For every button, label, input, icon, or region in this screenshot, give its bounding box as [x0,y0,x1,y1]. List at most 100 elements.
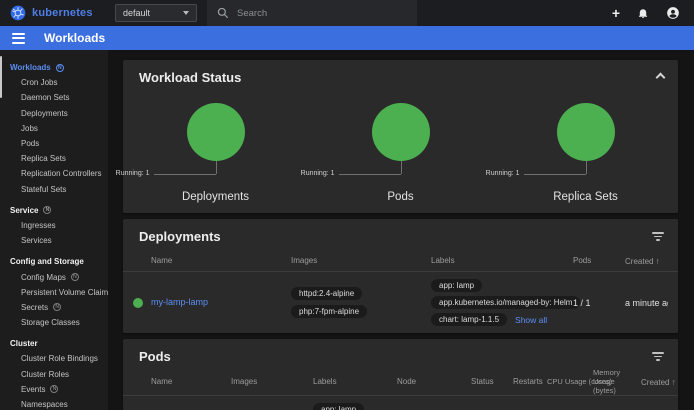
sidebar-item-events[interactable]: EventsN [0,382,108,397]
brand-name: kubernetes [32,7,93,19]
deployment-labels: app: lamp app.kubernetes.io/managed-by: … [431,279,573,326]
workload-status-charts: Running: 1 Deployments Running: 1 Pods [123,89,678,213]
sidebar-item-daemon-sets[interactable]: Daemon Sets [0,90,108,105]
show-all-link[interactable]: Show all [515,315,547,325]
pod-labels: app: lamp pod-template-hash: 5fd985cf68 [313,403,397,410]
workload-status-card: Workload Status Running: 1 Deployments [123,60,678,213]
pods-card: Pods Name Images Labels Node Status Rest… [123,339,678,410]
col-header-images[interactable]: Images [291,256,431,265]
deployment-images: httpd:2.4-alpine php:7-fpm-alpine [291,287,431,318]
pie-chart-title: Deployments [123,191,308,203]
pie-legend: Running: 1 [301,170,335,177]
col-header-labels[interactable]: Labels [313,377,397,386]
sidebar-item-service[interactable]: ServiceN [0,203,108,218]
sidebar-item-jobs[interactable]: Jobs [0,121,108,136]
label-chip: chart: lamp-1.1.5 [431,313,507,326]
image-chip: httpd:2.4-alpine [291,287,362,300]
sidebar-item-workloads[interactable]: WorkloadsN [0,60,108,75]
sidebar-section-cluster[interactable]: Cluster [0,336,108,351]
user-account-icon[interactable] [666,6,680,20]
deployments-title: Deployments [139,229,221,244]
pods-title: Pods [139,349,171,364]
search-input[interactable] [237,8,387,19]
sidebar-item-replication-controllers[interactable]: Replication Controllers [0,166,108,181]
top-bar: kubernetes default + [0,0,694,26]
pie-chart-deployments: Running: 1 Deployments [123,95,308,213]
namespaced-badge: N [50,385,58,393]
create-resource-button[interactable]: + [612,6,620,20]
col-header-images[interactable]: Images [231,377,313,386]
col-header-created[interactable]: Created↑ [641,377,680,387]
sidebar-item-secrets[interactable]: SecretsN [0,300,108,315]
sidebar-nav: WorkloadsN Cron Jobs Daemon Sets Deploym… [0,50,108,410]
col-header-pods[interactable]: Pods [573,256,625,265]
label-chip: app: lamp [313,403,364,410]
main-content: Workload Status Running: 1 Deployments [108,50,694,410]
namespaced-badge: N [71,273,79,281]
sidebar-item-replica-sets[interactable]: Replica Sets [0,151,108,166]
namespaced-badge: N [53,303,61,311]
kubernetes-logo-icon [10,5,26,21]
sidebar-section-config-and-storage[interactable]: Config and Storage [0,254,108,269]
col-header-name[interactable]: Name [151,256,291,265]
sidebar-item-cluster-role-bindings[interactable]: Cluster Role Bindings [0,351,108,366]
deployments-card: Deployments Name Images Labels Pods Crea… [123,219,678,333]
col-header-memory[interactable]: Memory Usage (bytes) [593,368,641,395]
namespaced-badge: N [56,64,64,72]
collapse-chevron-icon[interactable] [656,73,666,83]
pie-slice-running[interactable] [557,103,615,161]
sidebar-item-cron-jobs[interactable]: Cron Jobs [0,75,108,90]
filter-icon[interactable] [652,232,664,241]
kubernetes-logo[interactable]: kubernetes [0,5,105,21]
sidebar-item-config-maps[interactable]: Config MapsN [0,269,108,284]
col-header-name[interactable]: Name [151,377,231,386]
namespaced-badge: N [43,206,51,214]
sort-asc-icon: ↑ [671,377,675,387]
pie-slice-running[interactable] [187,103,245,161]
sidebar-item-storage-classes[interactable]: Storage Classes [0,315,108,330]
col-header-node[interactable]: Node [397,377,471,386]
pie-legend: Running: 1 [486,170,520,177]
sidebar-item-deployments[interactable]: Deployments [0,106,108,121]
col-header-restarts[interactable]: Restarts [513,377,547,386]
status-ok-icon [133,298,143,308]
label-chip: app.kubernetes.io/managed-by: Helm [431,296,580,309]
sidebar-scrollbar[interactable] [0,56,2,98]
pie-chart-title: Pods [308,191,493,203]
pie-chart-replica-sets: Running: 1 Replica Sets [493,95,678,213]
pod-row[interactable]: my-lamp-lamp-5fd985cf68-jwvz4 httpd:2.4-… [123,396,678,410]
pie-chart-title: Replica Sets [493,191,678,203]
pie-slice-running[interactable] [372,103,430,161]
deployment-created: a minute ago [625,298,668,308]
namespace-selector[interactable]: default [115,4,197,22]
deployment-row[interactable]: my-lamp-lamp httpd:2.4-alpine php:7-fpm-… [123,272,678,333]
sidebar-item-cluster-roles[interactable]: Cluster Roles [0,367,108,382]
deployment-name-link[interactable]: my-lamp-lamp [151,297,208,307]
col-header-cpu[interactable]: CPU Usage (cores) [547,377,593,386]
pods-table-header: Name Images Labels Node Status Restarts … [123,368,678,396]
menu-hamburger-icon[interactable] [12,33,25,44]
chevron-down-icon [183,11,189,15]
label-chip: app: lamp [431,279,482,292]
deployments-table-header: Name Images Labels Pods Created↑ [123,250,678,272]
app-bar: Workloads [0,26,694,50]
sidebar-item-stateful-sets[interactable]: Stateful Sets [0,182,108,197]
sidebar-item-persistent-volume-claims[interactable]: Persistent Volume ClaimsN [0,285,108,300]
deployment-pods-count: 1 / 1 [573,298,625,308]
sidebar-item-pods[interactable]: Pods [0,136,108,151]
pie-legend: Running: 1 [116,170,150,177]
sidebar-item-namespaces[interactable]: Namespaces [0,397,108,410]
col-header-status[interactable]: Status [471,377,513,386]
workload-status-title: Workload Status [139,70,241,85]
sort-asc-icon: ↑ [655,256,659,266]
pie-chart-pods: Running: 1 Pods [308,95,493,213]
col-header-created[interactable]: Created↑ [625,256,668,266]
page-title: Workloads [44,31,105,45]
col-header-labels[interactable]: Labels [431,256,573,265]
filter-icon[interactable] [652,352,664,361]
image-chip: php:7-fpm-alpine [291,305,367,318]
sidebar-item-services[interactable]: Services [0,233,108,248]
sidebar-item-ingresses[interactable]: Ingresses [0,218,108,233]
notifications-bell-icon[interactable] [637,7,649,19]
search-bar[interactable] [207,0,417,26]
